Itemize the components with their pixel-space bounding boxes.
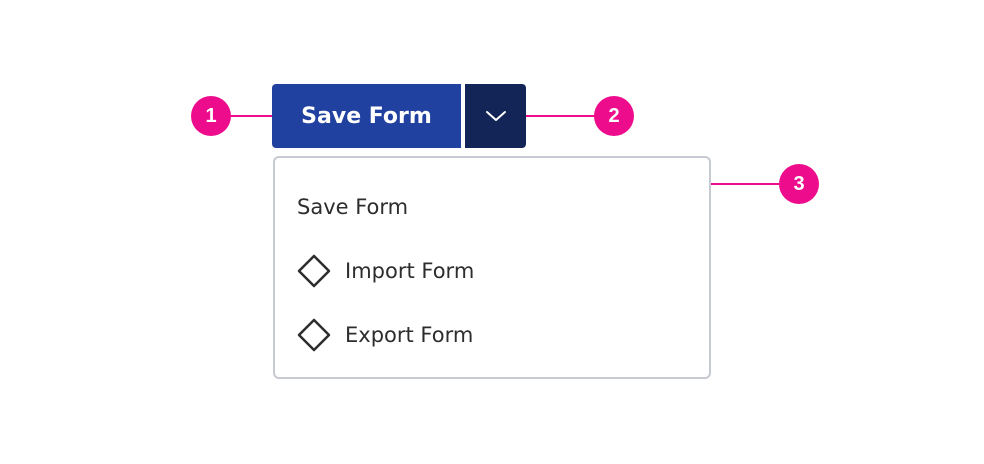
menu-item-label: Export Form xyxy=(345,323,474,347)
chevron-down-icon xyxy=(485,111,506,121)
dropdown-menu: Save Form Import Form Export Form xyxy=(273,156,711,379)
callout-1-badge: 1 xyxy=(191,96,231,136)
menu-item-import-form[interactable]: Import Form xyxy=(297,251,687,291)
callout-1-number: 1 xyxy=(205,104,217,127)
callout-2-number: 2 xyxy=(608,104,620,127)
callout-1-line xyxy=(230,115,272,117)
callout-3-line xyxy=(711,183,781,185)
menu-item-save-form[interactable]: Save Form xyxy=(297,187,687,227)
menu-item-label: Import Form xyxy=(345,259,475,283)
save-form-button-label: Save Form xyxy=(301,103,432,129)
callout-3-number: 3 xyxy=(793,172,805,195)
callout-3-badge: 3 xyxy=(779,164,819,204)
menu-item-label: Save Form xyxy=(297,195,409,219)
diamond-icon xyxy=(297,254,331,288)
callout-2-badge: 2 xyxy=(594,96,634,136)
save-form-button[interactable]: Save Form xyxy=(272,84,461,148)
diamond-icon xyxy=(297,318,331,352)
callout-2-line xyxy=(526,115,596,117)
dropdown-toggle-button[interactable] xyxy=(465,84,526,148)
menu-item-export-form[interactable]: Export Form xyxy=(297,315,687,355)
